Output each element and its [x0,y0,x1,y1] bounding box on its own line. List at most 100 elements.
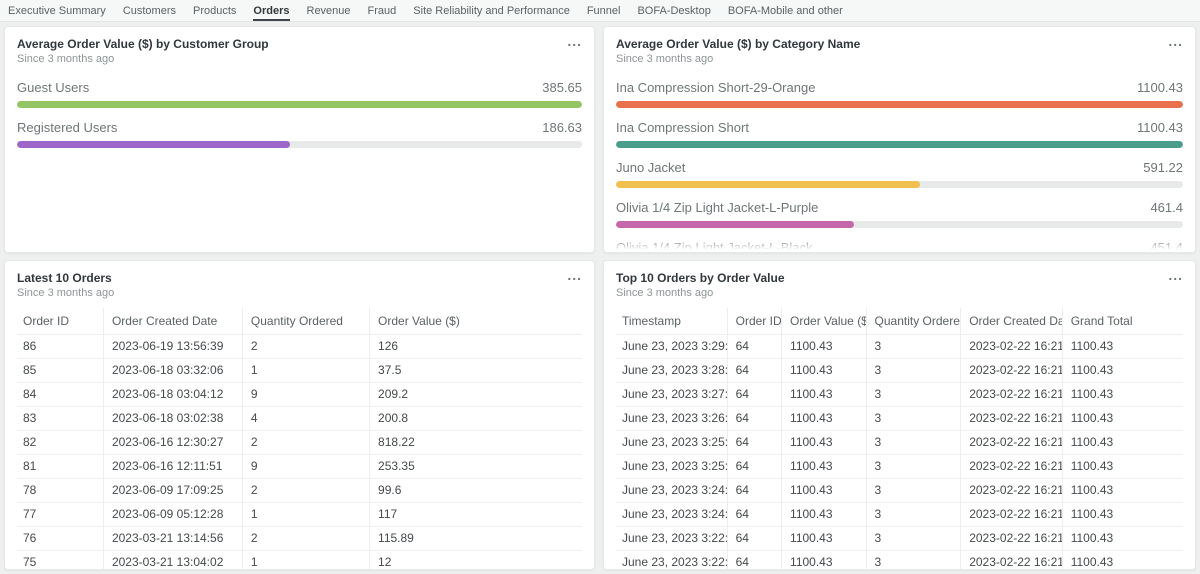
table-cell: 126 [370,335,582,359]
bar-track [616,221,1183,228]
table-cell: 84 [17,383,103,407]
panel-subtitle: Since 3 months ago [17,286,582,300]
tab-orders[interactable]: Orders [253,0,289,21]
tab-products[interactable]: Products [193,0,236,21]
table-cell: 99.6 [370,479,582,503]
bar-track [17,101,582,108]
table-cell: June 23, 2023 3:25:08 [616,455,727,479]
table-cell: 9 [242,455,369,479]
bar-row: Registered Users186.63 [17,108,582,148]
panel-avg-order-value-by-category-name: Average Order Value ($) by Category Name… [603,26,1196,253]
table-cell: 2 [242,527,369,551]
table-cell: 1100.43 [782,527,866,551]
table-cell: 1100.43 [782,455,866,479]
table-cell: 76 [17,527,103,551]
table-cell: 9 [242,383,369,407]
table-cell: 75 [17,551,103,571]
table-cell: 2 [242,335,369,359]
panel-options-ellipsis-icon[interactable]: ... [567,31,582,51]
table-row: 782023-06-09 17:09:25299.6 [17,479,582,503]
table-cell: June 23, 2023 3:28:10 [616,359,727,383]
table-cell: 818.22 [370,431,582,455]
table-cell: 64 [727,551,781,571]
dashboard-grid: Average Order Value ($) by Customer Grou… [0,22,1200,574]
panel-latest-10-orders: Latest 10 Orders Since 3 months ago ... … [4,260,595,570]
table-cell: 1 [242,359,369,383]
tab-site-reliability-and-performance[interactable]: Site Reliability and Performance [413,0,570,21]
column-header: Quantity Ordered [242,308,369,335]
table-cell: 1100.43 [1062,551,1183,571]
table-cell: 2023-02-22 16:21:49 [961,431,1062,455]
table-cell: 2 [242,479,369,503]
table-cell: 1 [242,503,369,527]
tab-fraud[interactable]: Fraud [368,0,397,21]
tab-executive-summary[interactable]: Executive Summary [8,0,106,21]
table-cell: 64 [727,383,781,407]
bar-value: 1100.43 [1137,80,1183,96]
table-row: June 23, 2023 3:24:10641100.4332023-02-2… [616,503,1183,527]
bar-fill [616,101,1183,108]
bar-row: Olivia 1/4 Zip Light Jacket-L-Purple461.… [616,188,1183,228]
table-cell: June 23, 2023 3:22:10 [616,551,727,571]
table-cell: 64 [727,407,781,431]
column-header: Order ID [727,308,781,335]
table-cell: 64 [727,431,781,455]
table-cell: 64 [727,479,781,503]
panel-options-ellipsis-icon[interactable]: ... [567,265,582,285]
tab-customers[interactable]: Customers [123,0,176,21]
bar-row: Juno Jacket591.22 [616,148,1183,188]
table-cell: 2023-02-22 16:21:49 [961,455,1062,479]
table-cell: 1100.43 [782,551,866,571]
table-cell: 3 [866,503,961,527]
panel-title: Top 10 Orders by Order Value [616,271,1183,285]
table-row: June 23, 2023 3:24:39641100.4332023-02-2… [616,479,1183,503]
table-cell: 3 [866,431,961,455]
bar-value: 451.4 [1150,240,1183,253]
table-cell: 3 [866,383,961,407]
table-cell: 1100.43 [1062,455,1183,479]
bar-label: Ina Compression Short [616,120,749,136]
bar-label: Olivia 1/4 Zip Light Jacket-L-Black [616,240,813,253]
panel-options-ellipsis-icon[interactable]: ... [1168,265,1183,285]
table-cell: 2023-06-16 12:30:27 [103,431,242,455]
table-cell: June 23, 2023 3:27:39 [616,383,727,407]
bar-value: 461.4 [1150,200,1183,216]
panel-title: Latest 10 Orders [17,271,582,285]
table-cell: June 23, 2023 3:25:09 [616,431,727,455]
bar-value: 385.65 [542,80,582,96]
bar-label: Ina Compression Short-29-Orange [616,80,815,96]
tab-funnel[interactable]: Funnel [587,0,621,21]
table-cell: 1100.43 [1062,503,1183,527]
panel-options-ellipsis-icon[interactable]: ... [1168,31,1183,51]
table-cell: 1100.43 [782,335,866,359]
table-cell: 115.89 [370,527,582,551]
table-row: June 23, 2023 3:22:38641100.4332023-02-2… [616,527,1183,551]
table-cell: 3 [866,527,961,551]
bar-row: Guest Users385.65 [17,68,582,108]
tab-bofa-desktop[interactable]: BOFA-Desktop [637,0,710,21]
table-row: June 23, 2023 3:29:09641100.4332023-02-2… [616,335,1183,359]
table-cell: 2023-06-19 13:56:39 [103,335,242,359]
table-header-row: Order IDOrder Created DateQuantity Order… [17,308,582,335]
table-cell: 64 [727,335,781,359]
table-cell: 1100.43 [1062,407,1183,431]
table-cell: 2 [242,431,369,455]
table-cell: 64 [727,503,781,527]
bar-row: Ina Compression Short-29-Orange 1100.43 [616,68,1183,108]
column-header: Order ID [17,308,103,335]
tab-bofa-mobile-and-other[interactable]: BOFA-Mobile and other [728,0,843,21]
table-cell: June 23, 2023 3:24:10 [616,503,727,527]
panel-title: Average Order Value ($) by Customer Grou… [17,37,582,51]
table-row: 852023-06-18 03:32:06137.5 [17,359,582,383]
table-cell: 81 [17,455,103,479]
table-row: 812023-06-16 12:11:519253.35 [17,455,582,479]
table-cell: 2023-02-22 16:21:49 [961,359,1062,383]
table-row: 832023-06-18 03:02:384200.8 [17,407,582,431]
table-row: June 23, 2023 3:27:39641100.4332023-02-2… [616,383,1183,407]
table-cell: 64 [727,455,781,479]
bar-track [17,141,582,148]
table-cell: 12 [370,551,582,571]
bar-chart-customer-group: Guest Users385.65Registered Users186.63 [17,68,582,148]
latest-orders-table: Order IDOrder Created DateQuantity Order… [17,308,582,570]
tab-revenue[interactable]: Revenue [307,0,351,21]
